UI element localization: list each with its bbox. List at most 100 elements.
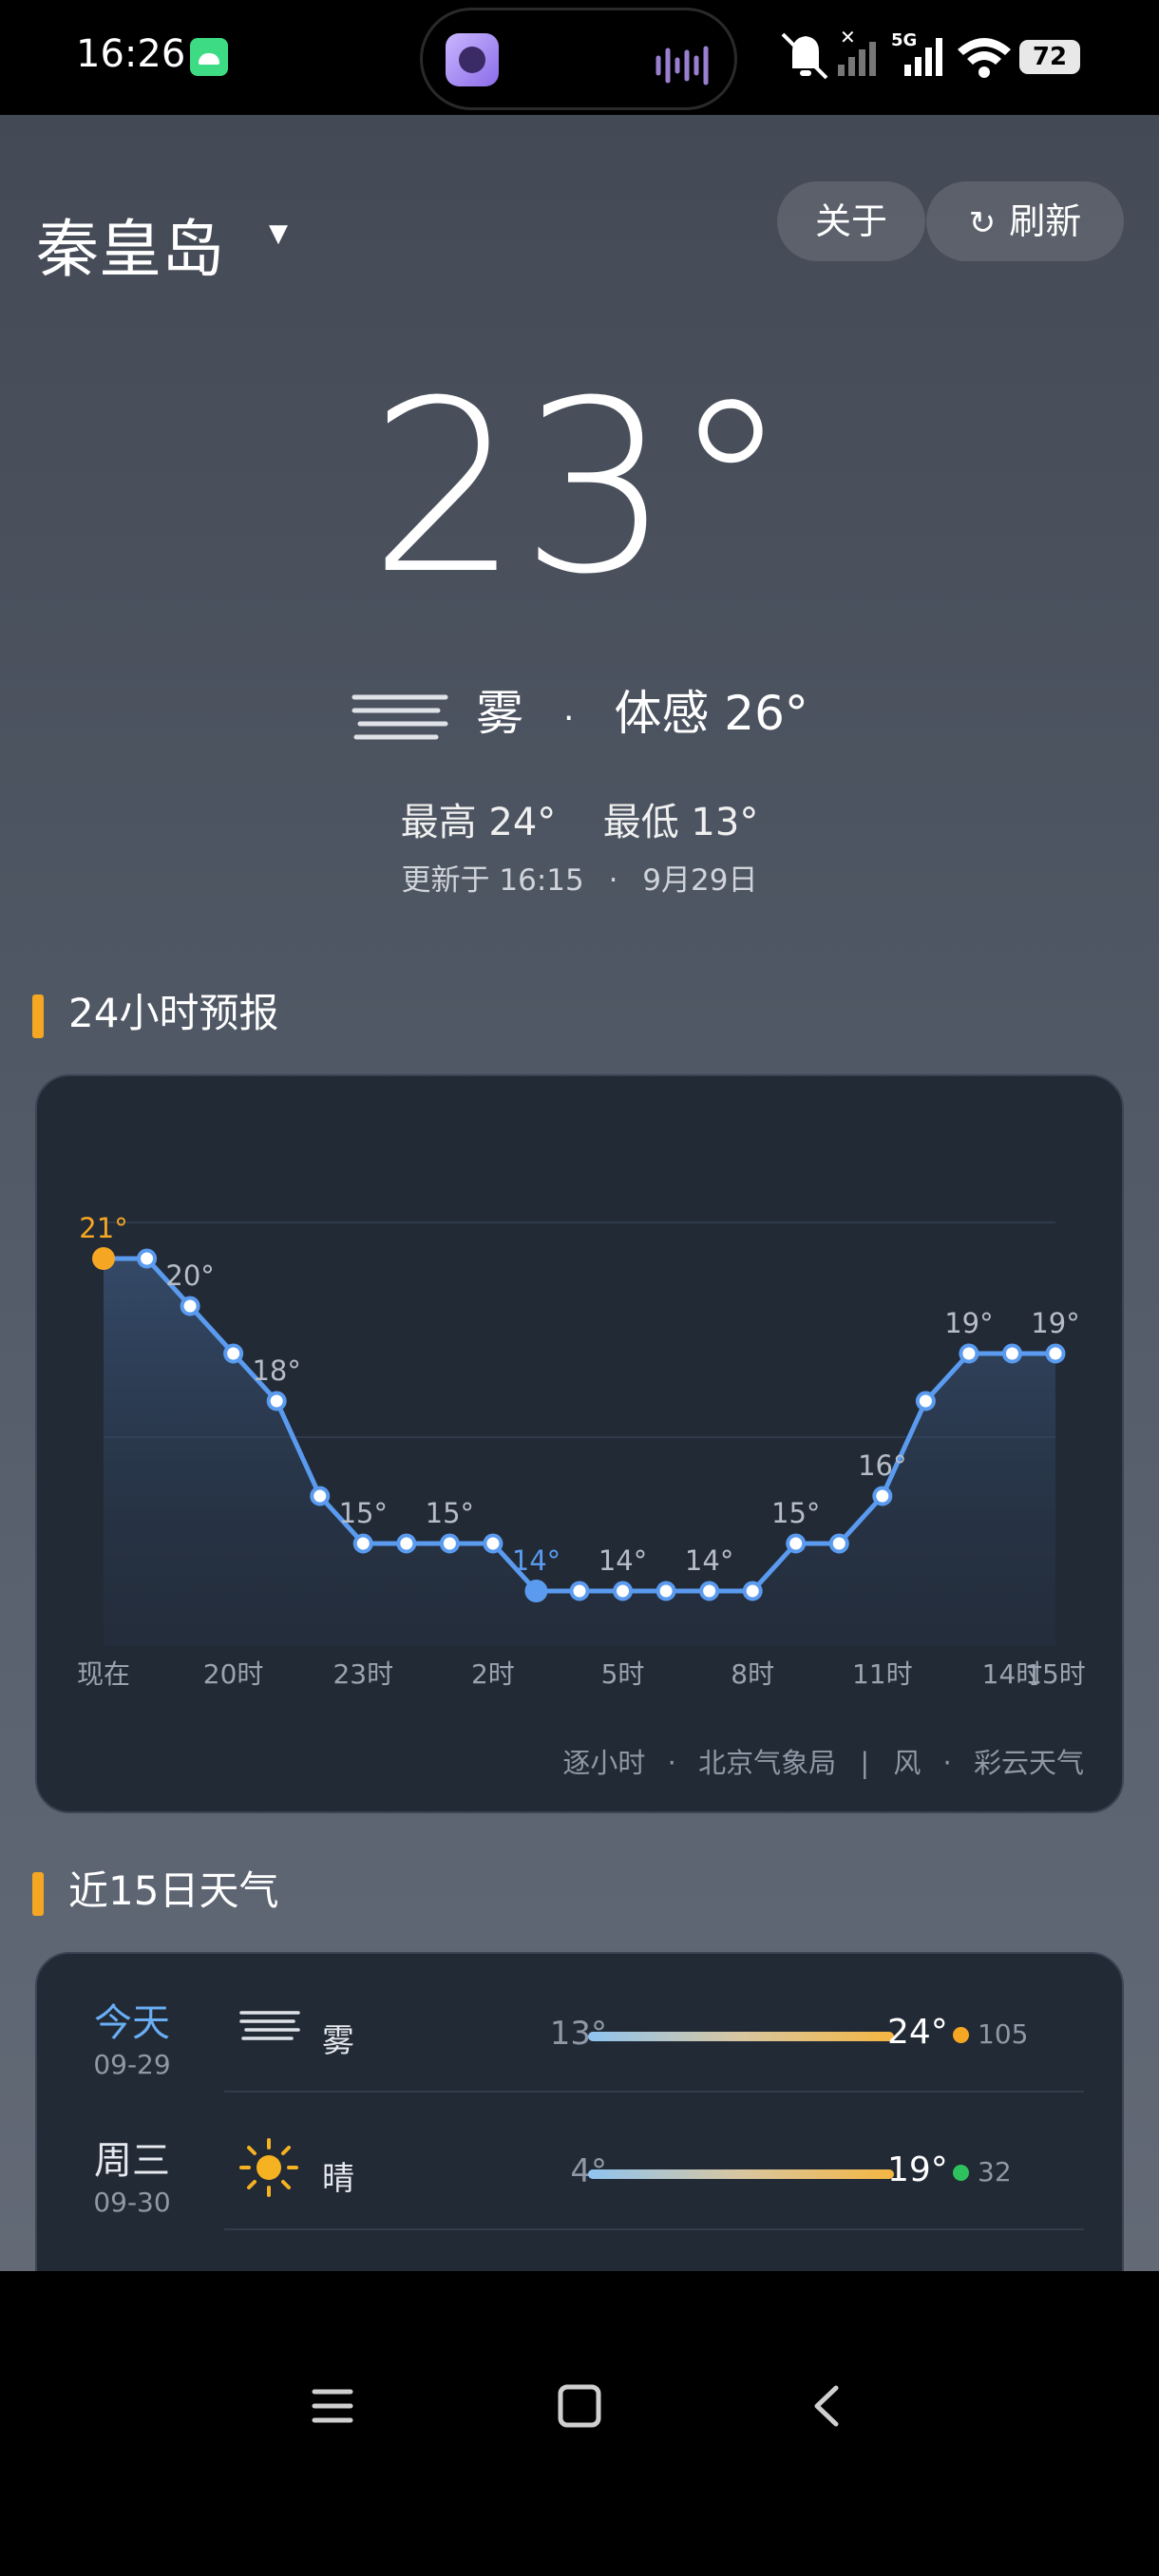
hourly-forecast-card[interactable]: 21° 20° 18° 15° 15° 14° 14° 14° 15° 16° 19° 19° 现在 2… [35, 1074, 1124, 1813]
wind-toggle[interactable]: 风 [893, 1747, 921, 1779]
chart-point-label: 14° [598, 1544, 647, 1577]
chart-point [1001, 1343, 1022, 1364]
chart-point [656, 1581, 676, 1601]
caret-down-icon[interactable]: ▼ [269, 219, 288, 248]
chart-point [137, 1248, 158, 1269]
refresh-label: 刷新 [1009, 200, 1082, 242]
day-condition: 晴 [322, 2160, 354, 2198]
day-aqi: 105 [978, 2018, 1029, 2050]
status-time: 16:26 [76, 32, 186, 76]
refresh-button[interactable]: ↻ 刷新 [926, 181, 1124, 261]
hourly-section-title: 24小时预报 [32, 981, 278, 1039]
fog-icon [352, 694, 448, 739]
day-date: 09-30 [93, 2187, 171, 2218]
day-row[interactable]: 周三 09-30 晴 4° 19° 32 [37, 2092, 1122, 2229]
source-mode[interactable]: 逐小时 [562, 1747, 645, 1779]
chart-point-label: 15° [771, 1497, 820, 1529]
navigation-bar [0, 2271, 1159, 2576]
sun-icon [239, 2138, 298, 2197]
updated-time: 更新于 16:15 · 9月29日 [401, 863, 758, 898]
day-date: 09-29 [93, 2049, 171, 2080]
chart-point-label: 14° [512, 1544, 560, 1577]
chart-point [613, 1581, 634, 1601]
chart-point-label: 15° [426, 1497, 474, 1529]
chart-point [872, 1486, 893, 1506]
no-signal-icon: ✕ [838, 27, 876, 76]
chart-point [569, 1581, 590, 1601]
back-icon[interactable] [804, 2382, 851, 2430]
section-accent [32, 1871, 44, 1916]
temp-range-bar [588, 2169, 894, 2179]
network-type: 5G [891, 30, 917, 50]
day-name: 今天 [94, 2001, 170, 2045]
updated-label: 更新于 16:15 [401, 863, 584, 898]
chart-point-min [524, 1580, 548, 1602]
current-condition-row: 雾 · 体感 26° [0, 675, 1159, 742]
chart-point [396, 1533, 417, 1554]
chart-point [742, 1581, 763, 1601]
day-row[interactable]: 今天 09-29 雾 13° 24° 105 [37, 1954, 1122, 2092]
row-divider [224, 2228, 1084, 2230]
chart-point [959, 1343, 979, 1364]
source-name[interactable]: 北京气象局 [698, 1747, 836, 1779]
weather-app: 秦皇岛 ▼ 关于 ↻ 刷新 23° 雾 · 体感 26° 最高 24° 最低 13… [0, 115, 1159, 2271]
chart-point [1045, 1343, 1066, 1364]
battery-icon: 72 [1019, 40, 1080, 74]
alt-source[interactable]: 彩云天气 [974, 1747, 1084, 1779]
separator: · [563, 699, 575, 738]
day-high: 19° [887, 2150, 948, 2189]
hourly-chart: 21° 20° 18° 15° 15° 14° 14° 14° 15° 16° 19° 19° [79, 1212, 1080, 1646]
source-divider: | [860, 1747, 870, 1779]
chart-point-label: 16° [858, 1449, 906, 1482]
chart-point [310, 1486, 331, 1506]
daily-title-text: 近15日天气 [68, 1867, 279, 1914]
chart-point [180, 1296, 200, 1316]
day-name: 周三 [94, 2139, 170, 2183]
home-icon[interactable] [556, 2382, 603, 2430]
aqi-dot [953, 2027, 969, 2043]
menu-icon[interactable] [309, 2382, 356, 2430]
chart-x-tick-label: 11时 [851, 1658, 913, 1690]
chart-x-tick-label: 23时 [332, 1658, 394, 1690]
chart-point-label: 21° [79, 1212, 127, 1244]
chart-point [699, 1581, 720, 1601]
refresh-icon: ↻ [968, 204, 997, 242]
chart-point-label: 14° [685, 1544, 733, 1577]
chart-point-label: 19° [944, 1307, 993, 1339]
city-name[interactable]: 秦皇岛 [36, 199, 224, 290]
music-app-icon[interactable] [446, 33, 499, 86]
chart-x-tick-label: 5时 [600, 1658, 645, 1690]
hourly-title-text: 24小时预报 [68, 990, 279, 1036]
chart-point-current [92, 1247, 115, 1270]
condition-text: 雾 [476, 686, 524, 741]
dynamic-island[interactable] [420, 8, 737, 110]
chart-point-label: 20° [165, 1260, 214, 1292]
audio-wave-icon [656, 46, 709, 85]
day-high: 24° [887, 2013, 948, 2052]
chart-point-label: 18° [252, 1354, 300, 1387]
high-temp: 最高 24° [400, 801, 557, 844]
chart-x-tick-label: 15时 [1025, 1658, 1086, 1690]
low-temp: 最低 13° [602, 801, 759, 844]
chart-point [439, 1533, 460, 1554]
day-aqi: 32 [978, 2156, 1012, 2188]
section-accent [32, 994, 44, 1038]
chart-point [223, 1343, 244, 1364]
chart-point [352, 1533, 373, 1554]
current-temperature: 23° [369, 350, 790, 626]
temp-range-bar [588, 2032, 894, 2041]
android-notification-icon [190, 38, 228, 76]
chart-point [915, 1391, 936, 1411]
fog-icon [239, 2011, 300, 2040]
wifi-icon [958, 38, 1011, 78]
aqi-dot [953, 2165, 969, 2181]
day-condition: 雾 [322, 2022, 354, 2060]
chart-point [483, 1533, 504, 1554]
chart-x-tick-label: 2时 [470, 1658, 515, 1690]
svg-text:✕: ✕ [840, 27, 856, 48]
about-button[interactable]: 关于 [777, 181, 925, 261]
daily-section-title: 近15日天气 [32, 1859, 278, 1917]
chart-point [266, 1391, 287, 1411]
chart-x-tick-label: 现在 [76, 1658, 131, 1690]
data-source: 逐小时 · 北京气象局 | 风 · 彩云天气 [562, 1747, 1084, 1779]
